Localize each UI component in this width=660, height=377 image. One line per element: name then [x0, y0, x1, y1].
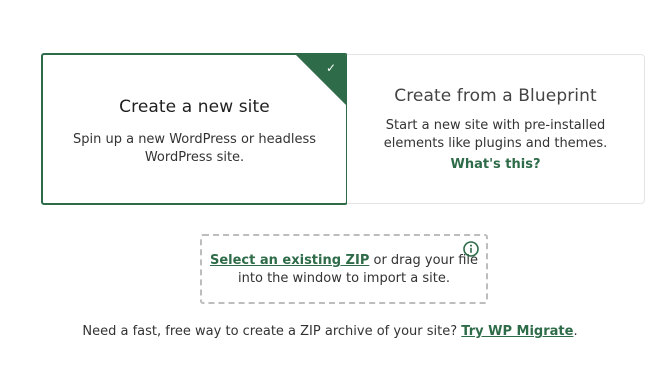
checkmark-icon: ✓	[325, 61, 336, 75]
create-from-blueprint-card[interactable]: Create from a Blueprint Start a new site…	[347, 54, 645, 204]
create-new-site-card[interactable]: ✓ Create a new site Spin up a new WordPr…	[41, 53, 348, 205]
try-wp-migrate-link[interactable]: Try WP Migrate	[461, 324, 573, 339]
dropzone-text: Select an existing ZIP or drag your file…	[202, 252, 486, 288]
create-from-blueprint-description: Start a new site with pre-installed elem…	[383, 118, 608, 151]
info-icon[interactable]	[463, 241, 479, 257]
select-existing-zip-link[interactable]: Select an existing ZIP	[210, 253, 369, 268]
create-site-page: ✓ Create a new site Spin up a new WordPr…	[0, 0, 660, 377]
whats-this-link[interactable]: What's this?	[347, 157, 644, 172]
create-new-site-title: Create a new site	[119, 97, 270, 117]
zip-import-dropzone[interactable]: Select an existing ZIP or drag your file…	[200, 234, 488, 304]
footer-suffix: .	[573, 324, 578, 339]
create-new-site-description: Spin up a new WordPress or headless Word…	[72, 132, 316, 165]
create-from-blueprint-title: Create from a Blueprint	[394, 86, 597, 106]
wp-migrate-footer: Need a fast, free way to create a ZIP ar…	[0, 324, 660, 339]
footer-text: Need a fast, free way to create a ZIP ar…	[82, 324, 462, 339]
